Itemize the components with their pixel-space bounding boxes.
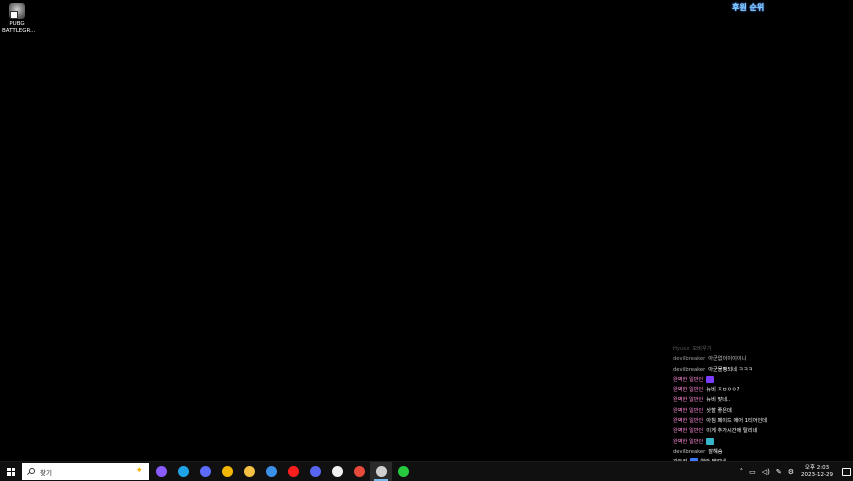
- chat-emote-icon: [706, 375, 715, 383]
- notification-center-button[interactable]: [839, 462, 853, 481]
- network-icon[interactable]: ▭: [749, 468, 756, 476]
- chat-text: 뉴비 맞네..: [706, 397, 731, 404]
- chat-nickname: devilbreaker: [673, 366, 706, 373]
- chat-message: 완벽한 일반인 뉴비 ㅈㅂㅇㅇ?: [673, 385, 843, 395]
- chat-message: devilbreaker 잘해슴: [673, 447, 843, 457]
- chat-message: Hyuxx 오비우기: [673, 344, 843, 354]
- youtube-icon: [287, 466, 299, 477]
- obs-icon: [375, 466, 387, 477]
- chat-text: 삿할 좋은데: [706, 407, 732, 414]
- chat-message: 완벽한 일반인: [673, 375, 843, 385]
- taskbar-app-button[interactable]: [348, 462, 370, 481]
- chat-message: devilbreaker 아군없이이이이니: [673, 354, 843, 364]
- taskbar-pinned-apps: [150, 462, 414, 481]
- chat-nickname: devilbreaker: [673, 448, 706, 455]
- donation-ranking-overlay-title: 후원 순위: [732, 3, 765, 12]
- start-button[interactable]: [0, 462, 22, 481]
- mail-icon: [265, 466, 277, 477]
- chat-nickname: 완벽한 일반인: [673, 418, 704, 425]
- chat-message: 완벽한 일반인: [673, 437, 843, 447]
- taskbar: 찾기 ✦ ˄ ▭ ◁) ✎ ⚙ 오후 2:03 2023-12-29: [0, 461, 853, 481]
- chevron-up-icon[interactable]: ˄: [740, 468, 744, 476]
- taskbar-app-button[interactable]: [260, 462, 282, 481]
- search-icon: [27, 467, 35, 476]
- chat-nickname: Hyuxx: [673, 346, 690, 352]
- edge-browser-icon: [177, 466, 189, 477]
- chat-text: 뉴비 ㅈㅂㅇㅇ?: [706, 387, 740, 394]
- taskbar-app-button[interactable]: [392, 462, 414, 481]
- taskbar-app-button[interactable]: [304, 462, 326, 481]
- chat-text: 오비우기: [692, 346, 712, 352]
- pen-icon[interactable]: ✎: [776, 468, 782, 476]
- notification-icon: [841, 467, 851, 476]
- chat-nickname: devilbreaker: [673, 356, 706, 363]
- taskbar-app-button[interactable]: [326, 462, 348, 481]
- settings-icon[interactable]: ⚙: [788, 468, 794, 476]
- volume-icon[interactable]: ◁): [762, 468, 770, 476]
- chrome-icon-2: [353, 466, 365, 477]
- chat-text: 아군없이이이이니: [708, 356, 747, 363]
- system-tray: ˄ ▭ ◁) ✎ ⚙ 오후 2:03 2023-12-29: [737, 462, 853, 481]
- copilot-app-icon: [155, 466, 167, 477]
- discord-icon: [309, 466, 321, 477]
- chat-message: 완벽한 일반인 뉴비 맞네..: [673, 395, 843, 405]
- taskbar-search-box[interactable]: 찾기 ✦: [22, 463, 149, 480]
- taskbar-app-button[interactable]: [216, 462, 238, 481]
- pubg-desktop-shortcut[interactable]: PUBG BATTLEGR...: [2, 3, 36, 35]
- taskbar-app-button[interactable]: [172, 462, 194, 481]
- chat-nickname: 완벽한 일반인: [673, 397, 704, 404]
- naver-whale-icon: [397, 466, 409, 477]
- chat-text: 아군몰빵되네 ㅋㅋㅋ: [708, 366, 753, 373]
- taskbar-app-button[interactable]: [194, 462, 216, 481]
- chat-nickname: 완벽한 일반인: [673, 428, 704, 435]
- chat-nickname: 완벽한 일반인: [673, 387, 704, 394]
- windows-logo-icon: [7, 467, 15, 476]
- clock-time: 오후 2:03: [804, 464, 830, 471]
- search-highlight-icon: ✦: [135, 466, 143, 476]
- chat-message: devilbreaker 아군몰빵되네 ㅋㅋㅋ: [673, 365, 843, 375]
- taskbar-app-button[interactable]: [282, 462, 304, 481]
- file-explorer-icon: [243, 466, 255, 477]
- chat-text: 잘해슴: [708, 448, 723, 455]
- chat-message: 완벽한 일반인 삿할 좋은데: [673, 406, 843, 416]
- chat-nickname: 완벽한 일반인: [673, 407, 704, 414]
- clock-date: 2023-12-29: [801, 471, 833, 478]
- overwatch-icon: [331, 466, 343, 477]
- desktop-icon-label: PUBG BATTLEGR...: [2, 21, 36, 34]
- chat-nickname: 완벽한 일반인: [673, 376, 704, 383]
- chat-text: 이게 추가시간에 탈리네: [706, 428, 758, 435]
- taskbar-app-button[interactable]: [370, 462, 392, 481]
- chat-message: 완벽한 일반인 이게 추가시간에 탈리네: [673, 426, 843, 436]
- taskbar-app-button[interactable]: [238, 462, 260, 481]
- stream-chat-overlay: Hyuxx 오비우기 devilbreaker 아군없이이이이니 devilbreake…: [673, 344, 843, 478]
- copilot-app-icon-2: [199, 466, 211, 477]
- chat-message: 완벽한 일반인 아침 페이드 에어 1티어인데: [673, 416, 843, 426]
- chat-emote-icon: [706, 437, 715, 445]
- chat-nickname: 완벽한 일반인: [673, 438, 704, 445]
- clock[interactable]: 오후 2:03 2023-12-29: [801, 465, 833, 479]
- search-placeholder: 찾기: [40, 468, 52, 477]
- chat-text: 아침 페이드 에어 1티어인데: [706, 418, 768, 425]
- chrome-icon: [221, 466, 233, 477]
- pubg-icon: [9, 3, 25, 19]
- taskbar-app-button[interactable]: [150, 462, 172, 481]
- desktop: PUBG BATTLEGR... 후원 순위 Hyuxx 오비우기 devilbre…: [0, 0, 853, 476]
